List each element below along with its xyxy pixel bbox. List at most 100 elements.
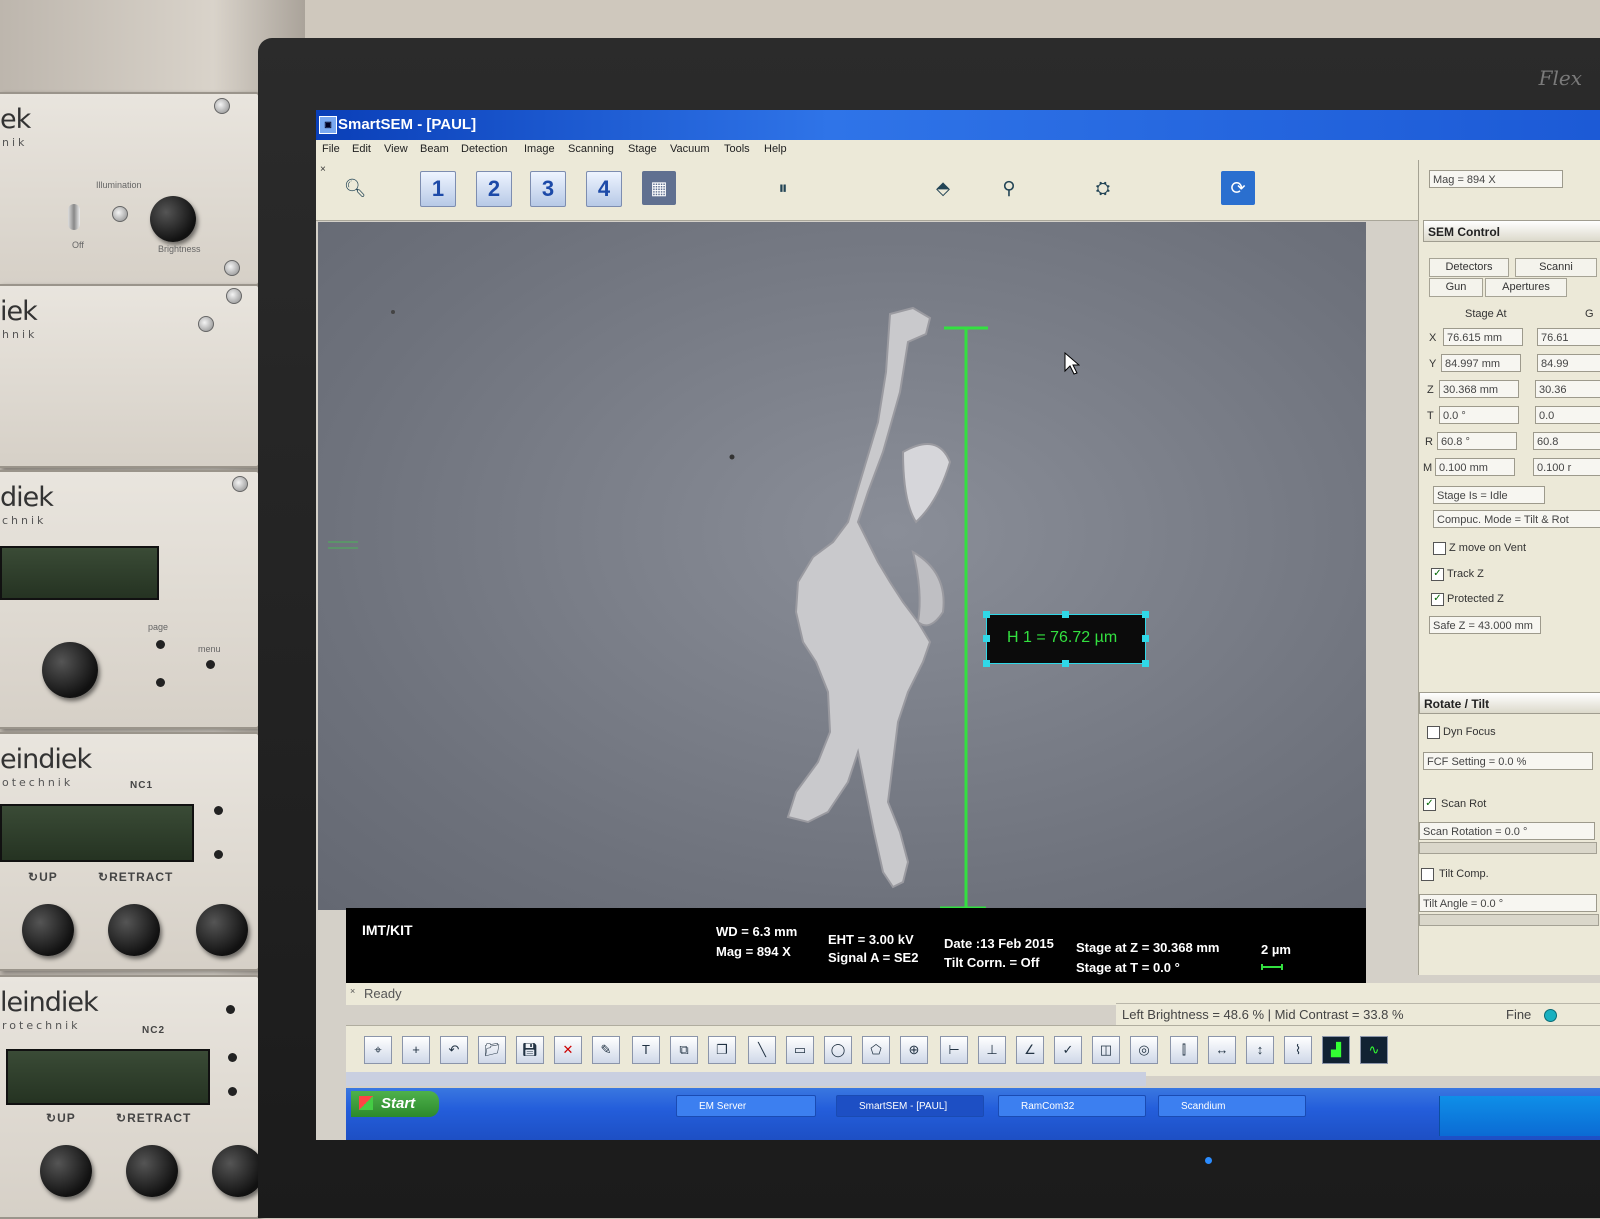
task-scandium[interactable]: Scandium bbox=[1158, 1095, 1306, 1117]
resize-handle[interactable] bbox=[1062, 660, 1069, 667]
sem-image-view[interactable]: H 1 = 76.72 µm bbox=[318, 222, 1366, 910]
histogram-icon[interactable]: ▟ bbox=[1322, 1036, 1350, 1064]
preset-2-button[interactable]: 2 bbox=[476, 171, 512, 207]
resize-handle[interactable] bbox=[983, 611, 990, 618]
measure-height-icon[interactable]: ↕ bbox=[1246, 1036, 1274, 1064]
paint-icon[interactable]: ✎ bbox=[592, 1036, 620, 1064]
annotation-select-icon[interactable]: ⌖ bbox=[364, 1036, 392, 1064]
area-tool-icon[interactable]: ◫ bbox=[1092, 1036, 1120, 1064]
resize-handle[interactable] bbox=[983, 635, 990, 642]
menu-stage[interactable]: Stage bbox=[628, 143, 657, 155]
z-move-on-vent-checkbox[interactable] bbox=[1433, 542, 1446, 555]
sem-control-header[interactable]: SEM Control bbox=[1423, 220, 1600, 242]
page-knob[interactable] bbox=[42, 642, 98, 698]
brightness-knob[interactable] bbox=[150, 196, 196, 242]
third-knob[interactable] bbox=[212, 1145, 264, 1197]
scan-rotation-field[interactable]: Scan Rotation = 0.0 ° bbox=[1419, 822, 1595, 840]
preset-1-button[interactable]: 1 bbox=[420, 171, 456, 207]
measure-distance-icon[interactable]: ↔ bbox=[1208, 1036, 1236, 1064]
down-button[interactable] bbox=[228, 1087, 237, 1096]
menu-vacuum[interactable]: Vacuum bbox=[670, 143, 710, 155]
rotate-tilt-header[interactable]: Rotate / Tilt bbox=[1419, 692, 1600, 714]
scan-rotation-slider[interactable] bbox=[1419, 842, 1597, 854]
layers-icon[interactable]: ⧉ bbox=[670, 1036, 698, 1064]
task-smartsem[interactable]: SmartSEM - [PAUL] bbox=[836, 1095, 984, 1117]
grid-icon[interactable]: ▦ bbox=[642, 171, 676, 205]
stage-r-target[interactable]: 60.8 bbox=[1533, 432, 1600, 450]
zoom-tool-icon[interactable]: ⊕ bbox=[900, 1036, 928, 1064]
ellipse-tool-icon[interactable]: ◯ bbox=[824, 1036, 852, 1064]
measurement-label-box[interactable]: H 1 = 76.72 µm bbox=[983, 611, 1149, 667]
measure-vertical-icon[interactable]: ⊥ bbox=[978, 1036, 1006, 1064]
start-button[interactable]: Start bbox=[351, 1091, 439, 1117]
measure-point-icon[interactable]: ⫿ bbox=[1170, 1036, 1198, 1064]
menu-edit[interactable]: Edit bbox=[352, 143, 371, 155]
menu-view[interactable]: View bbox=[384, 143, 408, 155]
angle-tool-icon[interactable]: ∠ bbox=[1016, 1036, 1044, 1064]
tab-detectors[interactable]: Detectors bbox=[1429, 258, 1509, 277]
down-button[interactable] bbox=[214, 850, 223, 859]
tab-scanning[interactable]: Scanni bbox=[1515, 258, 1597, 277]
save-icon[interactable]: 💾︎ bbox=[516, 1036, 544, 1064]
stage-z-field[interactable]: 30.368 mm bbox=[1439, 380, 1519, 398]
off-toggle[interactable] bbox=[68, 204, 80, 230]
circle-measure-icon[interactable]: ◎ bbox=[1130, 1036, 1158, 1064]
small-knob[interactable] bbox=[112, 206, 128, 222]
menu-image[interactable]: Image bbox=[524, 143, 555, 155]
preset-4-button[interactable]: 4 bbox=[586, 171, 622, 207]
protected-z-checkbox[interactable]: ✓ bbox=[1431, 593, 1444, 606]
menu-button[interactable] bbox=[214, 806, 223, 815]
stage-navigation-icon[interactable]: ⬘ bbox=[926, 171, 960, 205]
resize-handle[interactable] bbox=[1142, 635, 1149, 642]
menu-scanning[interactable]: Scanning bbox=[568, 143, 614, 155]
measure-horizontal-icon[interactable]: ⊢ bbox=[940, 1036, 968, 1064]
stage-x-target[interactable]: 76.61 bbox=[1537, 328, 1600, 346]
freeze-pause-icon[interactable]: ⏸ bbox=[766, 171, 800, 205]
refresh-icon[interactable]: ⟳ bbox=[1221, 171, 1255, 205]
delete-icon[interactable]: ✕ bbox=[554, 1036, 582, 1064]
up-knob[interactable] bbox=[22, 904, 74, 956]
tab-gun[interactable]: Gun bbox=[1429, 278, 1483, 297]
menu-tools[interactable]: Tools bbox=[724, 143, 750, 155]
preset-3-button[interactable]: 3 bbox=[530, 171, 566, 207]
rectangle-tool-icon[interactable]: ▭ bbox=[786, 1036, 814, 1064]
menu-file[interactable]: File bbox=[322, 143, 340, 155]
annotation-undo-icon[interactable]: ↶ bbox=[440, 1036, 468, 1064]
line-tool-icon[interactable]: ╲ bbox=[748, 1036, 776, 1064]
stage-m-field[interactable]: 0.100 mm bbox=[1435, 458, 1515, 476]
third-knob[interactable] bbox=[196, 904, 248, 956]
text-tool-icon[interactable]: T bbox=[632, 1036, 660, 1064]
scan-rot-checkbox[interactable]: ✓ bbox=[1423, 798, 1436, 811]
polygon-tool-icon[interactable]: ⬠ bbox=[862, 1036, 890, 1064]
page-down-button[interactable] bbox=[156, 678, 165, 687]
annotation-add-icon[interactable]: + bbox=[402, 1036, 430, 1064]
menu-beam[interactable]: Beam bbox=[420, 143, 449, 155]
menu-button[interactable] bbox=[226, 1005, 235, 1014]
resize-handle[interactable] bbox=[983, 660, 990, 667]
waveform-icon[interactable]: ∿ bbox=[1360, 1036, 1388, 1064]
tab-apertures[interactable]: Apertures bbox=[1485, 278, 1567, 297]
tilt-angle-slider[interactable] bbox=[1419, 914, 1599, 926]
detector-icon[interactable]: ⚲ bbox=[992, 171, 1026, 205]
task-ramcom32[interactable]: RamCom32 bbox=[998, 1095, 1146, 1117]
resize-handle[interactable] bbox=[1062, 611, 1069, 618]
tilt-angle-field[interactable]: Tilt Angle = 0.0 ° bbox=[1419, 894, 1597, 912]
stage-t-target[interactable]: 0.0 bbox=[1535, 406, 1600, 424]
title-bar[interactable]: ▣ SmartSEM - [PAUL] bbox=[316, 110, 1600, 140]
up-knob[interactable] bbox=[40, 1145, 92, 1197]
menu-detection[interactable]: Detection bbox=[461, 143, 507, 155]
check-tool-icon[interactable]: ✓ bbox=[1054, 1036, 1082, 1064]
mag-field[interactable]: Mag = 894 X bbox=[1429, 170, 1563, 188]
copy-icon[interactable]: ❐ bbox=[708, 1036, 736, 1064]
fcf-setting-field[interactable]: FCF Setting = 0.0 % bbox=[1423, 752, 1593, 770]
vacuum-icon[interactable]: ⛭ bbox=[1086, 171, 1120, 205]
task-em-server[interactable]: EM Server bbox=[676, 1095, 816, 1117]
stage-z-target[interactable]: 30.36 bbox=[1535, 380, 1600, 398]
menu-button[interactable] bbox=[206, 660, 215, 669]
up-button[interactable] bbox=[228, 1053, 237, 1062]
menu-help[interactable]: Help bbox=[764, 143, 787, 155]
safe-z-field[interactable]: Safe Z = 43.000 mm bbox=[1429, 616, 1541, 634]
close-icon[interactable]: × bbox=[320, 164, 326, 175]
page-up-button[interactable] bbox=[156, 640, 165, 649]
retract-knob[interactable] bbox=[108, 904, 160, 956]
